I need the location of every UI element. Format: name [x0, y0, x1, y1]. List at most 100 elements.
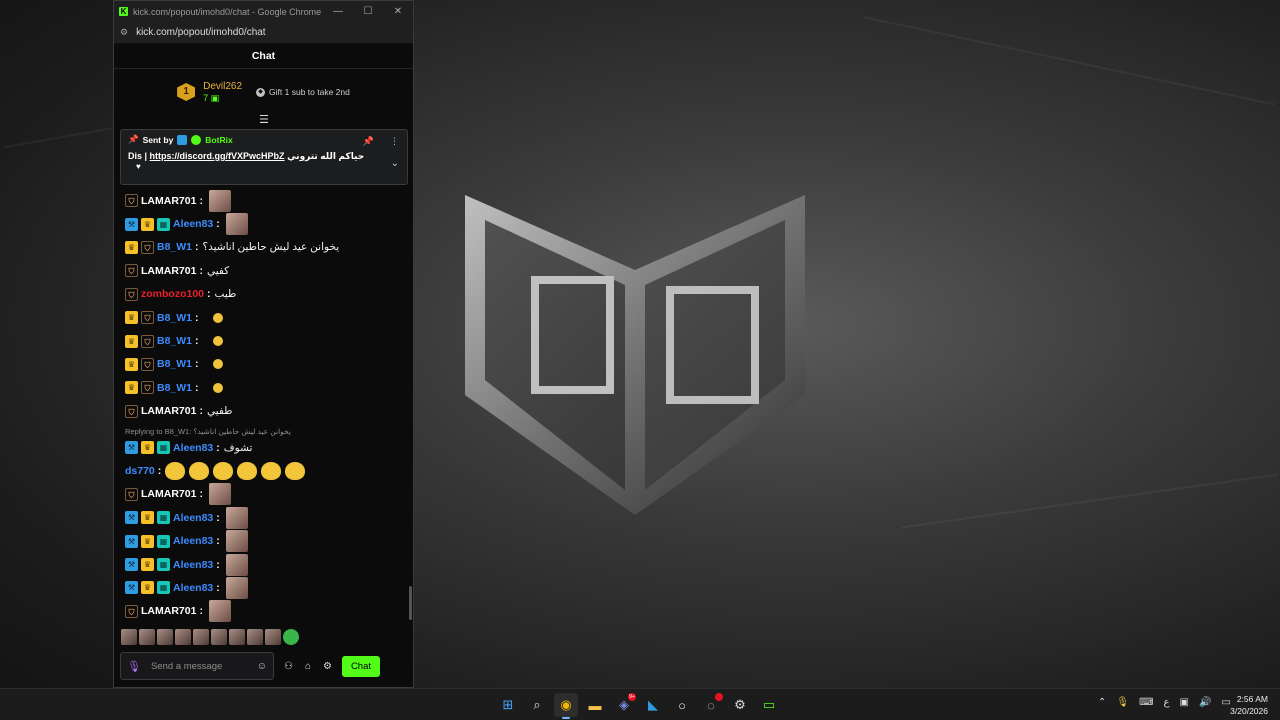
chat-username[interactable]: zombozo100 — [141, 288, 204, 300]
language-indicator[interactable]: ع — [1164, 697, 1170, 708]
network-icon[interactable]: ▣ — [1180, 697, 1189, 708]
chat-message[interactable]: ♛ ⛉ B8_W1: — [114, 353, 412, 376]
emote-icon[interactable] — [265, 629, 281, 645]
emote-icon[interactable] — [247, 629, 263, 645]
filter-icon[interactable]: ☰ — [259, 113, 269, 126]
cat-emote-icon[interactable] — [261, 461, 282, 480]
chat-username[interactable]: LAMAR701 — [141, 488, 196, 500]
og-badge-icon[interactable]: ⛉ — [141, 381, 154, 395]
og-badge-icon[interactable]: ⛉ — [141, 334, 154, 348]
vip-badge-icon[interactable]: ♛ — [125, 357, 138, 371]
sub-badge-icon[interactable]: ▦ — [157, 441, 170, 455]
emote-icon[interactable] — [175, 629, 191, 645]
minimize-button[interactable]: — — [323, 6, 353, 17]
chat-message[interactable]: ⛉ LAMAR701: طفيي — [114, 400, 412, 423]
discord-link[interactable]: https://discord.gg/fVXPwcHPbZ — [150, 151, 285, 161]
mod-badge-icon[interactable]: ⚒ — [125, 534, 138, 548]
og-badge-icon[interactable]: ⛉ — [141, 357, 154, 371]
windows-start-icon[interactable]: ⊞ — [496, 693, 520, 717]
address-bar[interactable]: ⚙ kick.com/popout/imohd0/chat — [114, 22, 413, 44]
microphone-icon[interactable]: 🎙 — [127, 660, 141, 673]
tray-expand-icon[interactable]: ⌃ — [1098, 697, 1106, 708]
maximize-button[interactable]: ☐ — [353, 6, 383, 17]
chat-username[interactable]: Aleen83 — [173, 582, 213, 594]
chat-message[interactable]: ⛉ LAMAR701: — [114, 189, 412, 212]
cat-emote-icon[interactable] — [237, 461, 258, 480]
file-explorer-icon[interactable]: ▬ — [583, 693, 607, 717]
chrome-icon[interactable]: ◉ — [554, 693, 578, 719]
chat-message[interactable]: ⚒ ♛ ▦ Aleen83: — [114, 553, 412, 576]
settings-gear-icon[interactable]: ⚙ — [323, 661, 332, 672]
clock[interactable]: 2:56 AM 3/20/2026 — [1230, 693, 1268, 717]
chevron-down-icon[interactable]: ⌄ — [391, 158, 399, 169]
chat-username[interactable]: Aleen83 — [173, 512, 213, 524]
emote-icon[interactable] — [225, 506, 248, 529]
unpin-icon[interactable]: 📌 — [363, 136, 374, 147]
search-icon[interactable]: ⌕ — [525, 693, 549, 717]
og-badge-icon[interactable]: ⛉ — [125, 404, 138, 418]
chat-message[interactable]: ⚒ ♛ ▦ Aleen83: — [114, 212, 412, 236]
emote-icon[interactable] — [225, 530, 248, 553]
emote-icon[interactable] — [193, 629, 209, 645]
vip-badge-icon[interactable]: ♛ — [141, 534, 154, 548]
gift-leaderboard[interactable]: 1 Devil262 7 ▣ ◆ Gift 1 sub to take 2nd — [114, 69, 413, 115]
message-input[interactable]: 🎙 Send a message ☺ — [120, 652, 274, 680]
chat-username[interactable]: ds770 — [125, 465, 155, 477]
chat-message[interactable]: ♛ ⛉ B8_W1: — [114, 376, 412, 399]
sub-badge-icon[interactable]: ▦ — [157, 217, 170, 231]
sub-badge-icon[interactable]: ▦ — [157, 534, 170, 548]
vip-badge-icon[interactable]: ♛ — [125, 240, 138, 254]
notification-app-icon[interactable]: ◌ — [699, 693, 723, 717]
pinned-sender[interactable]: BotRix — [205, 135, 232, 145]
chat-username[interactable]: Aleen83 — [173, 218, 213, 230]
reply-context[interactable]: Replying to B8_W1: يخوانن عيد ليش حاطين … — [114, 423, 412, 436]
chat-message-list[interactable]: ⛉ LAMAR701: ⚒ ♛ ▦ Aleen83: ♛ ⛉ B8_W1: يخوانن عيد … — [114, 189, 412, 623]
mod-badge-icon[interactable]: ⚒ — [125, 217, 138, 231]
scrollbar[interactable] — [409, 586, 412, 620]
chat-message[interactable]: ♛ ⛉ B8_W1: — [114, 329, 412, 352]
chat-message[interactable]: ⚒ ♛ ▦ Aleen83: — [114, 506, 412, 529]
message-placeholder[interactable]: Send a message — [151, 661, 247, 672]
chat-username[interactable]: LAMAR701 — [141, 405, 196, 417]
og-badge-icon[interactable]: ⛉ — [125, 287, 138, 301]
mod-badge-icon[interactable]: ⚒ — [125, 581, 138, 595]
chat-message[interactable]: ⛉ zombozo100: طيب — [114, 283, 412, 306]
chat-username[interactable]: LAMAR701 — [141, 265, 196, 277]
chat-message[interactable]: ⚒ ♛ ▦ Aleen83: — [114, 529, 412, 553]
close-button[interactable]: ✕ — [383, 6, 413, 17]
send-chat-button[interactable]: Chat — [341, 655, 380, 677]
emote-icon[interactable] — [139, 629, 155, 645]
chat-username[interactable]: LAMAR701 — [141, 195, 196, 207]
chat-username[interactable]: LAMAR701 — [141, 605, 196, 617]
mod-badge-icon[interactable]: ⚒ — [125, 441, 138, 455]
emote-icon[interactable] — [283, 629, 299, 645]
emote-icon[interactable] — [225, 576, 248, 599]
og-badge-icon[interactable]: ⛉ — [125, 487, 138, 501]
og-badge-icon[interactable]: ⛉ — [141, 311, 154, 325]
terminal-icon[interactable]: ▭ — [757, 693, 781, 717]
vip-badge-icon[interactable]: ♛ — [125, 334, 138, 348]
chat-username[interactable]: Aleen83 — [173, 442, 213, 454]
volume-icon[interactable]: 🔊 — [1199, 697, 1211, 708]
emoji-picker-icon[interactable]: ☺ — [257, 661, 267, 672]
emote-icon[interactable] — [225, 553, 248, 576]
vscode-icon[interactable]: ◣ — [641, 693, 665, 717]
chat-message[interactable]: ♛ ⛉ B8_W1: — [114, 306, 412, 329]
sub-badge-icon[interactable]: ▦ — [157, 558, 170, 572]
og-badge-icon[interactable]: ⛉ — [125, 194, 138, 208]
site-settings-icon[interactable]: ⚙ — [120, 27, 128, 38]
chat-username[interactable]: Aleen83 — [173, 559, 213, 571]
mod-badge-icon[interactable]: ⚒ — [125, 558, 138, 572]
cat-emote-icon[interactable] — [189, 461, 210, 480]
vip-badge-icon[interactable]: ♛ — [125, 311, 138, 325]
users-icon[interactable]: ⚇ — [284, 661, 293, 672]
leader-name[interactable]: Devil262 — [203, 81, 242, 93]
og-badge-icon[interactable]: ⛉ — [125, 264, 138, 278]
chat-message[interactable]: ⛉ LAMAR701: — [114, 600, 412, 623]
store-icon[interactable]: ⌂ — [305, 661, 311, 672]
chat-username[interactable]: B8_W1 — [157, 358, 192, 370]
og-badge-icon[interactable]: ⛉ — [125, 604, 138, 618]
vip-badge-icon[interactable]: ♛ — [141, 441, 154, 455]
cat-emote-icon[interactable] — [213, 461, 234, 480]
discord-icon[interactable]: ◈ 9+ — [612, 693, 636, 717]
